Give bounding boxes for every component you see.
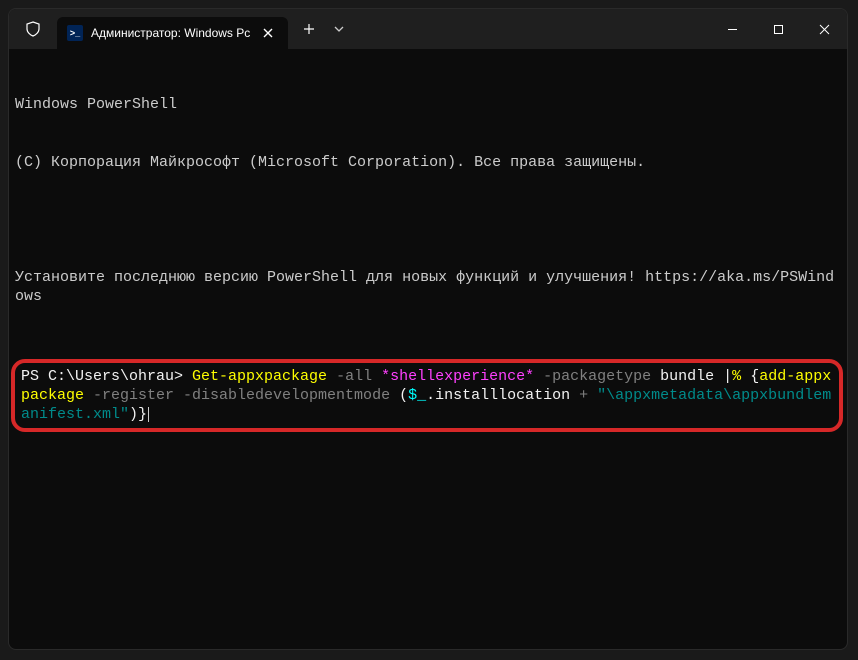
close-icon bbox=[819, 24, 830, 35]
titlebar: >_ Администратор: Windows Pc bbox=[9, 9, 847, 49]
cmd-token: + bbox=[579, 387, 597, 404]
shield-icon bbox=[25, 21, 41, 37]
header-line-1: Windows PowerShell bbox=[15, 95, 841, 114]
notice-line: Установите последнюю версию PowerShell д… bbox=[15, 268, 841, 306]
chevron-down-icon bbox=[334, 26, 344, 32]
blank-line bbox=[15, 211, 841, 230]
admin-shield-area bbox=[9, 9, 57, 49]
terminal-content[interactable]: Windows PowerShell (C) Корпорация Майкро… bbox=[9, 49, 847, 649]
cmd-token: -register -disabledevelopmentmode bbox=[84, 387, 399, 404]
tab-close-button[interactable] bbox=[258, 23, 278, 43]
cmd-token: { bbox=[750, 368, 759, 385]
minimize-button[interactable] bbox=[709, 9, 755, 49]
tab-title: Администратор: Windows Pc bbox=[91, 26, 250, 40]
cmd-token: $_ bbox=[408, 387, 426, 404]
tab-powershell[interactable]: >_ Администратор: Windows Pc bbox=[57, 17, 288, 49]
close-button[interactable] bbox=[801, 9, 847, 49]
cmd-token: Get-appxpackage bbox=[192, 368, 327, 385]
titlebar-left: >_ Администратор: Windows Pc bbox=[9, 9, 354, 49]
powershell-icon: >_ bbox=[67, 25, 83, 41]
prompt-text: PS C:\Users\ohrau> bbox=[21, 368, 192, 385]
cmd-token: ( bbox=[399, 387, 408, 404]
cmd-token: % bbox=[732, 368, 750, 385]
terminal-window: >_ Администратор: Windows Pc bbox=[8, 8, 848, 650]
cmd-token: bundle bbox=[660, 368, 723, 385]
text-cursor bbox=[148, 407, 149, 422]
window-controls bbox=[709, 9, 847, 49]
minimize-icon bbox=[727, 24, 738, 35]
maximize-icon bbox=[773, 24, 784, 35]
cmd-token: -packagetype bbox=[534, 368, 660, 385]
tab-dropdown-button[interactable] bbox=[324, 14, 354, 44]
maximize-button[interactable] bbox=[755, 9, 801, 49]
cmd-token: )} bbox=[129, 406, 147, 423]
close-icon bbox=[263, 28, 273, 38]
cmd-token: | bbox=[723, 368, 732, 385]
cmd-token: -all bbox=[327, 368, 381, 385]
command-highlight: PS C:\Users\ohrau> Get-appxpackage -all … bbox=[11, 359, 843, 433]
plus-icon bbox=[303, 23, 315, 35]
cmd-token: .installlocation bbox=[426, 387, 579, 404]
header-line-2: (C) Корпорация Майкрософт (Microsoft Cor… bbox=[15, 153, 841, 172]
cmd-token: *shellexperience* bbox=[381, 368, 534, 385]
new-tab-button[interactable] bbox=[294, 14, 324, 44]
